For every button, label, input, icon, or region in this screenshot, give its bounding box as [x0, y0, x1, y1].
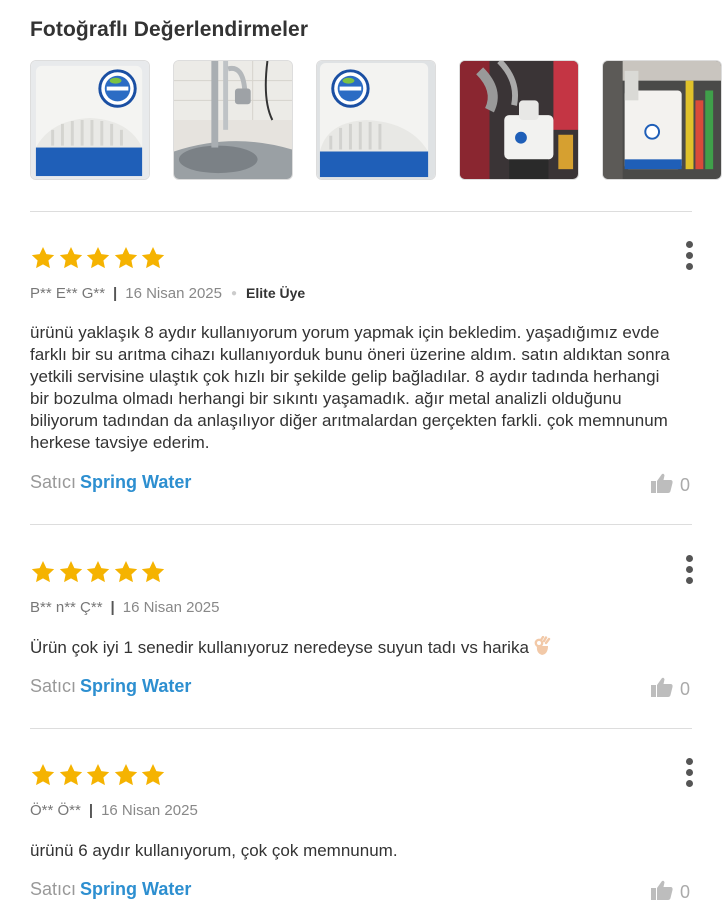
seller-info: Satıcı Spring Water: [30, 676, 191, 697]
review-author: B** n** Ç**: [30, 599, 103, 616]
like-count: 0: [680, 882, 691, 902]
star-icon: [113, 559, 139, 585]
thumbs-up-icon: [650, 676, 674, 698]
review-text: Ürün çok iyi 1 senedir kullanıyoruz nere…: [30, 635, 680, 659]
review-date: 16 Nisan 2025: [125, 285, 222, 302]
seller-info: Satıcı Spring Water: [30, 472, 191, 493]
review-date: 16 Nisan 2025: [122, 599, 220, 616]
seller-label: Satıcı: [30, 879, 77, 899]
star-icon: [85, 559, 111, 585]
member-badge: Elite Üye: [246, 285, 306, 301]
photo-thumbnail[interactable]: [173, 60, 293, 180]
like-button[interactable]: 0: [650, 676, 691, 699]
page-title: Fotoğraflı Değerlendirmeler: [30, 18, 309, 41]
like-button[interactable]: 0: [650, 879, 691, 902]
review-text: ürünü yaklaşık 8 aydır kullanıyorum yoru…: [30, 323, 670, 452]
seller-link[interactable]: Spring Water: [80, 676, 191, 696]
thumbs-up-icon: [650, 879, 674, 901]
photo-thumbnail[interactable]: [316, 60, 436, 180]
star-icon: [113, 245, 139, 271]
seller-link[interactable]: Spring Water: [80, 879, 191, 899]
more-options-icon[interactable]: [684, 555, 694, 589]
star-icon: [140, 559, 166, 585]
review-date: 16 Nisan 2025: [101, 802, 198, 819]
like-count: 0: [680, 679, 691, 699]
divider: [30, 524, 692, 525]
review-meta: Ö** Ö** | 16 Nisan 2025: [30, 802, 198, 819]
review-meta: B** n** Ç** | 16 Nisan 2025: [30, 599, 220, 616]
star-icon: [85, 762, 111, 788]
seller-info: Satıcı Spring Water: [30, 879, 191, 900]
like-button[interactable]: 0: [650, 472, 691, 495]
star-icon: [58, 245, 84, 271]
star-icon: [85, 245, 111, 271]
star-icon: [58, 762, 84, 788]
ok-hand-emoji-icon: [533, 635, 551, 656]
review-author: P** E** G**: [30, 285, 106, 302]
review-meta: P** E** G** | 16 Nisan 2025 ● Elite Üye: [30, 285, 306, 302]
divider: [30, 211, 692, 212]
review-text: ürünü 6 aydır kullanıyorum, çok çok memn…: [30, 841, 398, 860]
more-options-icon[interactable]: [684, 758, 694, 792]
review-author: Ö** Ö**: [30, 802, 81, 819]
seller-label: Satıcı: [30, 472, 77, 492]
star-icon: [113, 762, 139, 788]
photo-thumbnail[interactable]: [459, 60, 579, 180]
star-icon: [140, 245, 166, 271]
star-rating: [30, 762, 168, 788]
star-icon: [58, 559, 84, 585]
star-rating: [30, 245, 168, 271]
star-rating: [30, 559, 168, 585]
seller-link[interactable]: Spring Water: [80, 472, 191, 492]
thumbs-up-icon: [650, 472, 674, 494]
star-icon: [140, 762, 166, 788]
seller-label: Satıcı: [30, 676, 77, 696]
photo-thumbnail[interactable]: [30, 60, 150, 180]
like-count: 0: [680, 475, 691, 495]
more-options-icon[interactable]: [684, 241, 694, 275]
star-icon: [30, 245, 56, 271]
star-icon: [30, 762, 56, 788]
photo-gallery[interactable]: [30, 60, 722, 182]
photo-thumbnail[interactable]: [602, 60, 722, 180]
star-icon: [30, 559, 56, 585]
divider: [30, 728, 692, 729]
